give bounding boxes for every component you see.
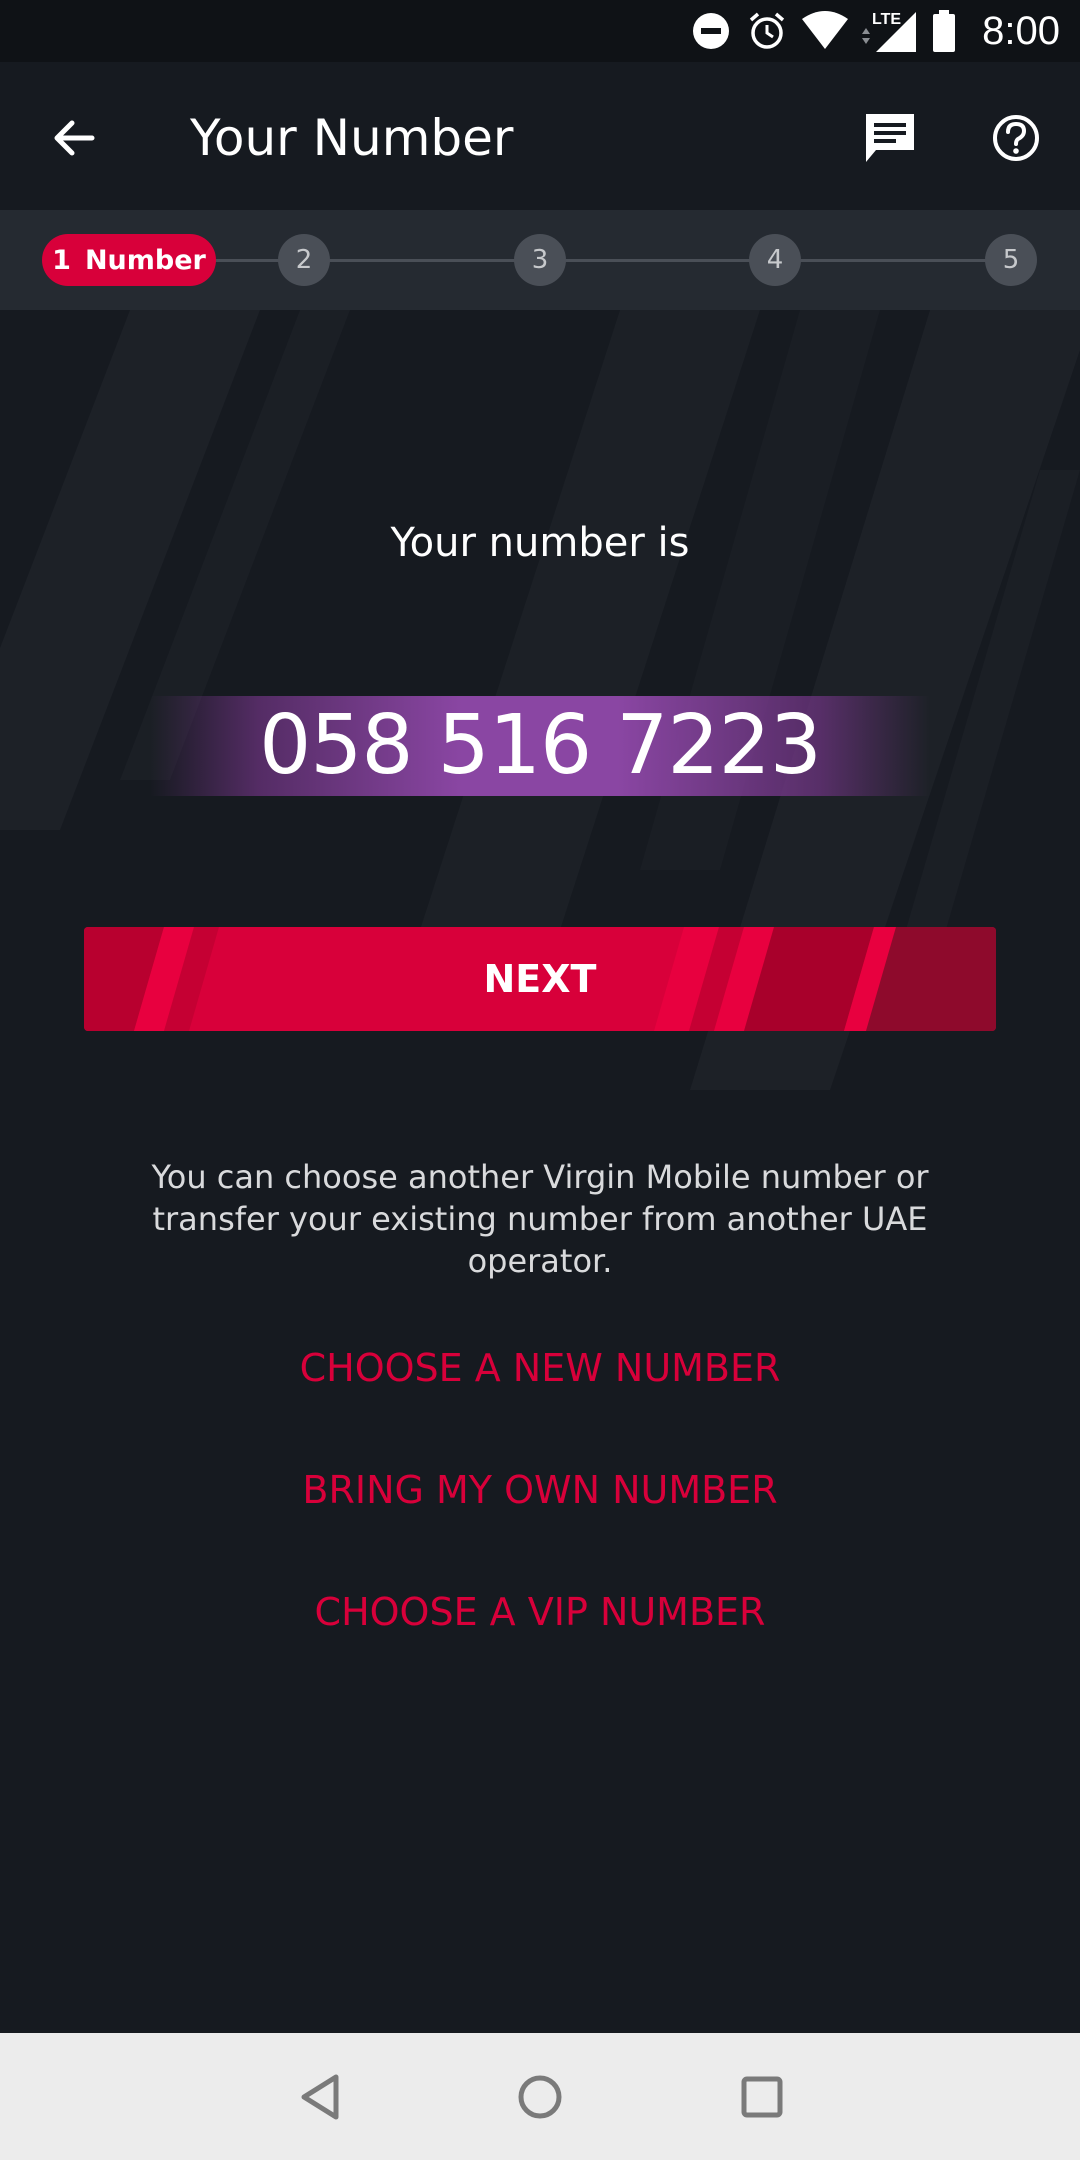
do-not-disturb-icon (684, 11, 738, 51)
step-4: 4 (749, 234, 801, 286)
bring-own-number-link[interactable]: BRING MY OWN NUMBER (0, 1468, 1080, 1512)
lte-signal-icon: LTE (854, 6, 924, 56)
progress-stepper: 1 Number 2 3 4 5 (0, 210, 1080, 310)
step-5: 5 (985, 234, 1037, 286)
page-title: Your Number (190, 109, 514, 167)
choose-vip-number-link[interactable]: CHOOSE A VIP NUMBER (0, 1590, 1080, 1634)
system-nav-bar (0, 2033, 1080, 2160)
nav-home-button[interactable] (500, 2059, 580, 2135)
step-3: 3 (514, 234, 566, 286)
intro-label: Your number is (390, 520, 690, 566)
status-bar: LTE 8:00 (0, 0, 1080, 62)
nav-recents-icon (741, 2076, 783, 2118)
nav-home-icon (518, 2075, 562, 2119)
nav-back-icon (301, 2074, 339, 2120)
help-button[interactable] (976, 100, 1056, 176)
help-circle-icon (993, 115, 1039, 161)
main-content: Your number is 058 516 7223 NEXT You can… (0, 310, 1080, 2033)
step-2: 2 (278, 234, 330, 286)
next-button-label: NEXT (483, 957, 597, 1001)
svg-text:LTE: LTE (872, 11, 901, 28)
chat-icon (866, 114, 914, 162)
nav-recents-button[interactable] (722, 2059, 802, 2135)
assigned-phone-number: 058 516 7223 (259, 698, 822, 793)
chat-button[interactable] (846, 100, 934, 176)
back-button[interactable] (34, 102, 114, 174)
choose-new-number-link[interactable]: CHOOSE A NEW NUMBER (0, 1346, 1080, 1390)
step-1-active: 1 Number (42, 234, 216, 286)
arrow-left-icon (54, 120, 95, 156)
battery-icon (924, 10, 964, 52)
alarm-icon (738, 10, 796, 52)
next-button[interactable]: NEXT (84, 927, 996, 1031)
info-text: You can choose another Virgin Mobile num… (151, 1158, 929, 1280)
app-bar: Your Number (0, 62, 1080, 210)
status-icons: LTE 8:00 (684, 0, 1080, 62)
step-1-number: 1 (52, 244, 71, 276)
status-time: 8:00 (982, 8, 1060, 53)
screen: LTE 8:00 Your Number 1 Number 2 3 4 5 Yo… (0, 0, 1080, 2160)
step-1-label: Number (84, 244, 206, 276)
nav-back-button[interactable] (280, 2059, 360, 2135)
wifi-icon (796, 11, 854, 51)
